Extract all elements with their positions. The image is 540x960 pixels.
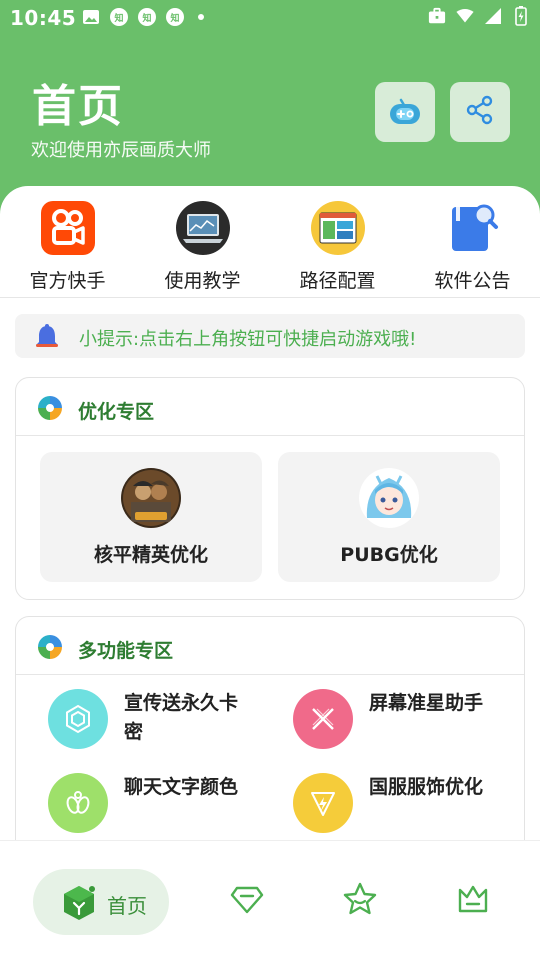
optimize-card-label: 核平精英优化 bbox=[93, 544, 208, 566]
permanent-key-feature[interactable]: 宣传送永久卡密 bbox=[48, 689, 268, 759]
tip-text: 小提示:点击右上角按钮可快捷启动游戏哦! bbox=[79, 329, 417, 350]
quick-actions-row: 官方快手 使用教学 路径配置 软件公告 bbox=[0, 196, 540, 298]
launch-game-button[interactable] bbox=[375, 82, 435, 142]
app-logo-icon bbox=[36, 633, 64, 665]
quick-action-label: 软件公告 bbox=[434, 270, 511, 292]
layout-icon bbox=[310, 200, 366, 256]
gallery-icon bbox=[82, 8, 100, 26]
peace-elite-avatar bbox=[121, 468, 181, 528]
more-notifications-dot-icon bbox=[198, 14, 204, 20]
home-cube-icon bbox=[59, 883, 99, 927]
status-bar: 10:45 知 知 知 bbox=[0, 0, 540, 36]
quick-action-tutorial[interactable]: 使用教学 bbox=[135, 196, 270, 293]
zhihu-notification-icon: 知 bbox=[110, 8, 128, 26]
nav-star-tab[interactable] bbox=[342, 881, 378, 921]
multi-function-section: 多功能专区 宣传送永久卡密 屏幕准星助手 聊天文字颜色 国服服饰优化 bbox=[15, 616, 525, 856]
section-title: 多功能专区 bbox=[78, 640, 174, 662]
zhihu-notification-icon: 知 bbox=[138, 8, 156, 26]
chat-text-color-feature[interactable]: 聊天文字颜色 bbox=[48, 773, 268, 843]
app-logo-icon bbox=[36, 394, 64, 426]
quick-action-announcement[interactable]: 软件公告 bbox=[405, 196, 540, 293]
leaves-icon bbox=[48, 773, 108, 833]
crosshair-icon bbox=[293, 689, 353, 749]
gamepad-icon bbox=[387, 92, 423, 132]
share-icon bbox=[465, 95, 495, 129]
lightning-shield-icon bbox=[293, 773, 353, 833]
briefcase-icon bbox=[428, 7, 446, 25]
page-title: 首页 bbox=[32, 81, 124, 132]
wifi-icon bbox=[456, 7, 474, 25]
optimize-section: 优化专区 核平精英优化 PUBG优化 bbox=[15, 377, 525, 600]
section-title: 优化专区 bbox=[78, 401, 155, 423]
page-subtitle: 欢迎使用亦辰画质大师 bbox=[31, 140, 211, 161]
feature-label: 屏幕准星助手 bbox=[369, 692, 484, 714]
nav-crown-tab[interactable] bbox=[455, 883, 491, 919]
section-header: 优化专区 bbox=[16, 378, 524, 436]
quick-action-kuaishou[interactable]: 官方快手 bbox=[0, 196, 135, 293]
crosshair-helper-feature[interactable]: 屏幕准星助手 bbox=[293, 689, 513, 759]
section-header: 多功能专区 bbox=[16, 617, 524, 675]
status-time: 10:45 bbox=[10, 6, 77, 30]
quick-action-label: 官方快手 bbox=[29, 270, 106, 292]
zhihu-notification-icon: 知 bbox=[166, 8, 184, 26]
feature-label: 国服服饰优化 bbox=[369, 776, 484, 798]
laptop-icon bbox=[175, 200, 231, 256]
nav-home-label: 首页 bbox=[107, 894, 147, 918]
bell-icon bbox=[33, 323, 61, 355]
quick-action-label: 使用教学 bbox=[164, 270, 241, 292]
hexagon-icon bbox=[48, 689, 108, 749]
diamond-icon bbox=[230, 882, 264, 920]
outfit-optimize-feature[interactable]: 国服服饰优化 bbox=[293, 773, 513, 843]
kuaishou-icon bbox=[40, 200, 96, 256]
feature-label: 聊天文字颜色 bbox=[124, 776, 239, 798]
pubg-optimize-card[interactable]: PUBG优化 bbox=[278, 452, 500, 582]
quick-action-path-config[interactable]: 路径配置 bbox=[270, 196, 405, 293]
pubg-avatar bbox=[359, 468, 419, 528]
optimize-card-label: PUBG优化 bbox=[340, 544, 438, 566]
tip-banner: 小提示:点击右上角按钮可快捷启动游戏哦! bbox=[15, 314, 525, 358]
quick-action-label: 路径配置 bbox=[299, 270, 376, 292]
crown-icon bbox=[456, 882, 490, 920]
nav-home-tab[interactable]: 首页 bbox=[33, 869, 169, 935]
bottom-navigation: 首页 bbox=[0, 840, 540, 960]
peace-elite-optimize-card[interactable]: 核平精英优化 bbox=[40, 452, 262, 582]
star-icon bbox=[342, 881, 378, 921]
signal-icon bbox=[484, 7, 502, 25]
battery-charging-icon bbox=[512, 6, 530, 26]
search-doc-icon bbox=[445, 200, 501, 256]
nav-diamond-tab[interactable] bbox=[229, 883, 265, 919]
feature-label: 宣传送永久卡密 bbox=[124, 692, 239, 743]
share-button[interactable] bbox=[450, 82, 510, 142]
